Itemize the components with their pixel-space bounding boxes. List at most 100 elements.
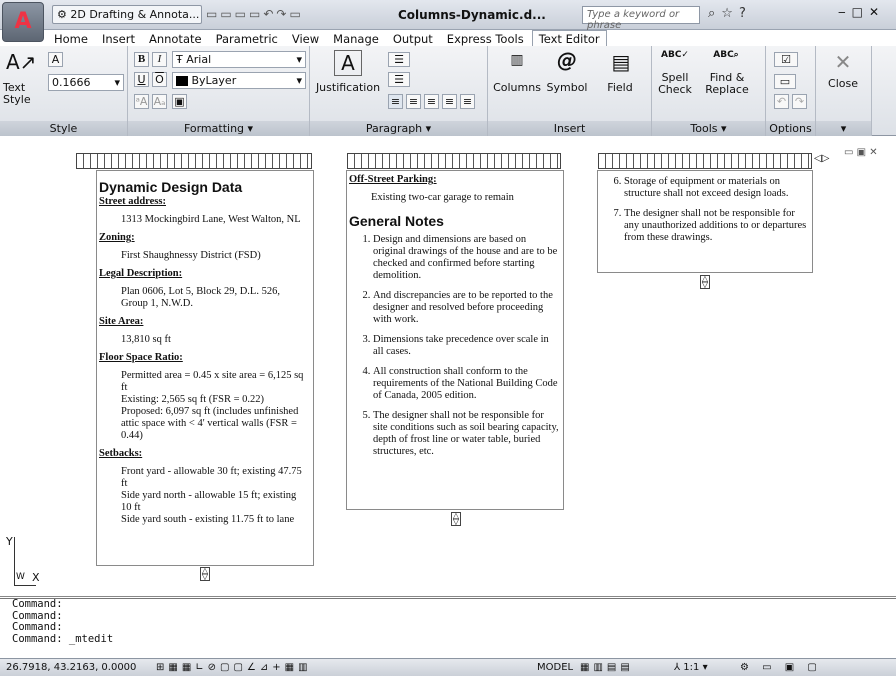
- window-controls[interactable]: ‒□✕: [838, 5, 885, 19]
- undo-icon[interactable]: ↶: [774, 94, 789, 109]
- close-panel-title: ▾: [816, 121, 871, 136]
- align-center-icon[interactable]: ≡: [424, 94, 439, 109]
- drawing-window-controls[interactable]: ▭ ▣ ✕: [844, 147, 878, 158]
- field-icon[interactable]: ▤: [606, 50, 636, 74]
- annotation-scale[interactable]: ⅄ 1:1 ▾: [674, 659, 708, 676]
- mtext-column-1[interactable]: Dynamic Design Data Street address: 1313…: [96, 170, 314, 566]
- mtext-column-3[interactable]: Storage of equipment or materials on str…: [597, 170, 813, 273]
- general-notes-heading: General Notes: [349, 213, 444, 229]
- ruler-col3[interactable]: [598, 153, 812, 169]
- ruler-end-arrows-icon[interactable]: ◁▷: [814, 153, 829, 164]
- columns-label[interactable]: Columns: [492, 82, 542, 94]
- tab-annotate[interactable]: Annotate: [143, 31, 208, 47]
- justification-icon[interactable]: A: [334, 50, 362, 76]
- options-icon[interactable]: ☑: [774, 52, 798, 67]
- chevron-down-icon: ▾: [114, 76, 120, 89]
- tab-view[interactable]: View: [286, 31, 325, 47]
- column-height-grip[interactable]: △ ▽: [700, 275, 710, 289]
- align-right-icon[interactable]: ≡: [442, 94, 457, 109]
- ruler-col2[interactable]: [347, 153, 561, 169]
- tab-text-editor[interactable]: Text Editor: [531, 30, 607, 47]
- background-mask-icon[interactable]: ▣: [172, 94, 187, 109]
- tab-express-tools[interactable]: Express Tools: [441, 31, 530, 47]
- overline-button[interactable]: O: [152, 72, 167, 87]
- text-style-label[interactable]: Text Style: [0, 82, 36, 106]
- drawing-canvas[interactable]: ◁▷ ▭ ▣ ✕ Dynamic Design Data Street addr…: [0, 137, 896, 597]
- font-combo[interactable]: Ŧ Arial ▾: [172, 51, 306, 68]
- note-item: Dimensions take precedence over scale in…: [373, 334, 559, 358]
- application-menu-button[interactable]: A: [2, 2, 44, 42]
- tab-home[interactable]: Home: [48, 31, 94, 47]
- close-editor-icon[interactable]: ✕: [826, 50, 860, 74]
- lowercase-icon[interactable]: Aₐ: [152, 94, 167, 109]
- parking-text: Existing two-car garage to remain: [371, 192, 514, 203]
- infocenter-toolbar[interactable]: ⌕☆?: [708, 6, 752, 21]
- ribbon-tabs: Home Insert Annotate Parametric View Manage Ou…: [48, 30, 896, 47]
- command-window[interactable]: Command: Command: Command: Command: _mte…: [0, 598, 896, 658]
- note-item: All construction shall conform to the re…: [373, 366, 559, 402]
- quick-access-toolbar[interactable]: ▭▭▭▭↶↷▭: [206, 7, 304, 21]
- annotative-icon[interactable]: A: [48, 52, 63, 67]
- redo-icon[interactable]: ↷: [792, 94, 807, 109]
- tab-output[interactable]: Output: [387, 31, 439, 47]
- tools-panel-title[interactable]: Tools ▾: [652, 121, 765, 136]
- tools-panel: ABC✓ Spell Check ABC⌕ Find & Replace Too…: [652, 46, 766, 136]
- insert-panel: ▥ Columns @ Symbol ▤ Field Insert: [488, 46, 652, 136]
- symbol-label[interactable]: Symbol: [544, 82, 590, 94]
- column-height-grip[interactable]: △ ▽: [451, 512, 461, 526]
- help-icon[interactable]: ?: [739, 6, 752, 21]
- text-height-combo[interactable]: 0.1666 ▾: [48, 74, 124, 91]
- command-input[interactable]: Command: _mtedit: [0, 633, 896, 646]
- close-icon[interactable]: ✕: [869, 5, 885, 19]
- parking-heading: Off-Street Parking:: [349, 174, 437, 185]
- maximize-icon[interactable]: □: [852, 5, 869, 19]
- chevron-down-icon: ▾: [296, 74, 302, 87]
- truetype-icon: Ŧ: [176, 53, 183, 66]
- color-combo[interactable]: ByLayer ▾: [172, 72, 306, 89]
- spell-check-label[interactable]: Spell Check: [652, 72, 698, 96]
- ucs-x-axis: [14, 585, 36, 586]
- style-panel-title: Style: [0, 121, 127, 136]
- underline-button[interactable]: U: [134, 72, 149, 87]
- tab-insert[interactable]: Insert: [96, 31, 141, 47]
- column-height-grip[interactable]: △ ▽: [200, 567, 210, 581]
- ruler-col1[interactable]: [76, 153, 312, 169]
- tab-manage[interactable]: Manage: [327, 31, 385, 47]
- bold-button[interactable]: B: [134, 52, 149, 67]
- justification-label[interactable]: Justification: [312, 82, 384, 94]
- bullets-icon[interactable]: ☰: [388, 52, 410, 67]
- align-default-icon[interactable]: ≡: [388, 94, 403, 109]
- layout-icons[interactable]: ▦▥▤▤: [580, 659, 634, 676]
- columns-icon[interactable]: ▥: [502, 52, 532, 68]
- workspace-switcher[interactable]: ⚙ 2D Drafting & Annota...: [52, 5, 202, 24]
- legal-heading: Legal Description:: [99, 268, 183, 279]
- justify-icon[interactable]: ≡: [460, 94, 475, 109]
- symbol-icon[interactable]: @: [552, 48, 582, 72]
- uppercase-icon[interactable]: ᵃA: [134, 94, 149, 109]
- field-label[interactable]: Field: [600, 82, 640, 94]
- status-tray-icons[interactable]: ⚙ ▭ ▣ ▢: [740, 659, 822, 676]
- paragraph-panel-title[interactable]: Paragraph ▾: [310, 121, 487, 136]
- text-style-icon[interactable]: A↗: [6, 50, 36, 74]
- drafting-toggles[interactable]: ⊞▦▦∟⊘▢▢∠⊿+▦▥: [156, 659, 312, 676]
- binoculars-icon[interactable]: ⌕: [708, 6, 721, 21]
- find-replace-icon[interactable]: ABC⌕: [708, 50, 744, 60]
- mtext-column-2[interactable]: Off-Street Parking: Existing two-car gar…: [346, 170, 564, 510]
- formatting-panel-title[interactable]: Formatting ▾: [128, 121, 309, 136]
- model-space-button[interactable]: MODEL: [537, 659, 573, 676]
- close-editor-label[interactable]: Close: [820, 78, 866, 90]
- tab-parametric[interactable]: Parametric: [210, 31, 284, 47]
- formatting-panel: B I Ŧ Arial ▾ U O ByLayer ▾ ᵃA Aₐ ▣ Format…: [128, 46, 310, 136]
- close-panel: ✕ Close ▾: [816, 46, 872, 136]
- spell-check-icon[interactable]: ABC✓: [658, 50, 692, 60]
- minimize-icon[interactable]: ‒: [838, 5, 852, 19]
- find-replace-label[interactable]: Find & Replace: [702, 72, 752, 96]
- setback-line-1: Front yard - allowable 30 ft; existing 4…: [121, 466, 302, 489]
- search-input[interactable]: Type a keyword or phrase: [582, 6, 700, 31]
- ruler-icon[interactable]: ▭: [774, 74, 796, 89]
- star-icon[interactable]: ☆: [721, 6, 739, 21]
- italic-button[interactable]: I: [152, 52, 167, 67]
- align-left-icon[interactable]: ≡: [406, 94, 421, 109]
- command-line: Command:: [12, 598, 63, 610]
- line-spacing-icon[interactable]: ☰: [388, 72, 410, 87]
